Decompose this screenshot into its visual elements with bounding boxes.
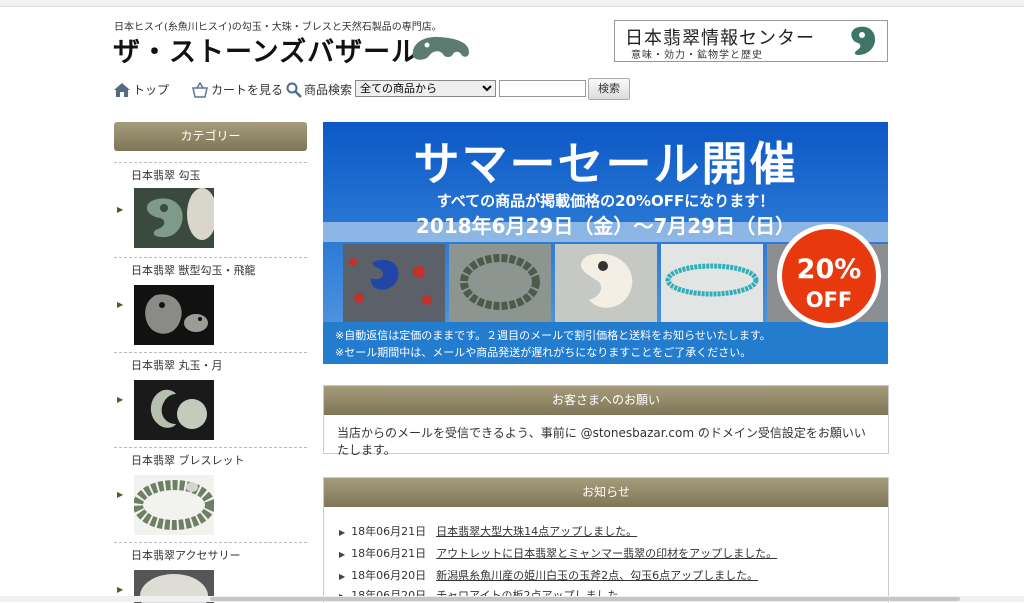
news-item: ▶ 18年06月20日 新潟県糸魚川産の姫川白玉の玉斧2点、勾玉6点アップしました。 xyxy=(339,567,758,583)
bullet-arrow-icon: ▶ xyxy=(117,300,124,309)
category-label: 日本翡翠 勾玉 xyxy=(131,169,201,182)
request-header: お客さまへのお願い xyxy=(324,386,888,415)
news-link[interactable]: 日本翡翠大型大珠14点アップしました。 xyxy=(436,525,637,538)
category-header: カテゴリー xyxy=(114,122,307,151)
news-date: 18年06月21日 xyxy=(351,525,427,538)
magatama-thumbnail xyxy=(134,188,214,248)
news-link[interactable]: 新潟県糸魚川産の姫川白玉の玉斧2点、勾玉6点アップしました。 xyxy=(436,569,758,582)
bracelet-thumbnail xyxy=(134,475,214,535)
jade-info-center-banner[interactable]: 日本翡翠情報センター 意味・効力・鉱物学と歴史 xyxy=(614,20,888,62)
marudama-thumbnail xyxy=(134,380,214,440)
nav-cart-link[interactable]: カートを見る xyxy=(191,81,283,98)
bullet-arrow-icon: ▶ xyxy=(339,528,346,537)
request-body: 当店からのメールを受信できるよう、事前に @stonesbazar.com のド… xyxy=(337,426,866,457)
category-item-animal-magatama[interactable]: 日本翡翠 獣型勾玉・飛龍 ▶ xyxy=(114,257,307,353)
search-icon xyxy=(286,82,302,98)
site-logo[interactable]: ザ・ストーンズバザール xyxy=(113,30,419,69)
category-label: 日本翡翠 獣型勾玉・飛龍 xyxy=(131,264,256,277)
category-label: 日本翡翠アクセサリー xyxy=(131,549,241,562)
bullet-arrow-icon: ▶ xyxy=(339,572,346,581)
nav-top-link[interactable]: トップ xyxy=(113,81,169,98)
sale-title: サマーセール開催 xyxy=(413,137,798,191)
category-item-accessory[interactable]: 日本翡翠アクセサリー ▶ xyxy=(114,542,307,603)
category-item-bracelet[interactable]: 日本翡翠 ブレスレット ▶ xyxy=(114,447,307,543)
scrollbar-thumb[interactable] xyxy=(210,597,960,601)
nav-cart-label: カートを見る xyxy=(211,83,284,97)
category-label: 日本翡翠 丸玉・月 xyxy=(131,359,223,372)
sale-note1: ※自動返信は定価のままです。２週目のメールで割引価格と送料をお知らせいたします。 xyxy=(335,329,771,342)
home-icon xyxy=(114,82,130,97)
sale-badge-off: OFF xyxy=(805,288,853,312)
sale-note2: ※セール期間中は、メールや商品発送が遅れがちになりますことをご了承ください。 xyxy=(335,346,752,359)
magatama-icon xyxy=(851,26,876,55)
sale-badge-pct: 20% xyxy=(796,254,862,285)
customer-request-box: お客さまへのお願い 当店からのメールを受信できるよう、事前に @stonesba… xyxy=(323,385,889,457)
news-link[interactable]: アウトレットに日本翡翠とミャンマー翡翠の印材をアップしました。 xyxy=(436,547,777,560)
search-input[interactable] xyxy=(499,80,586,97)
bullet-arrow-icon: ▶ xyxy=(117,205,124,214)
category-label: 日本翡翠 ブレスレット xyxy=(131,454,245,467)
info-banner-subtitle: 意味・効力・鉱物学と歴史 xyxy=(631,50,763,61)
nav-search-label-group: 商品検索 xyxy=(286,81,352,98)
browser-bookmark-strip xyxy=(0,0,1024,7)
sale-line1: すべての商品が掲載価格の20%OFFになります！ xyxy=(436,192,775,210)
cart-basket-icon xyxy=(192,81,208,98)
sale-dates: 2018年6月29日（金）～7月29日（日） xyxy=(415,214,796,238)
bullet-arrow-icon: ▶ xyxy=(117,585,124,594)
animal-magatama-thumbnail xyxy=(134,285,214,345)
bullet-arrow-icon: ▶ xyxy=(117,490,124,499)
nav-top-label: トップ xyxy=(133,83,170,97)
news-item: ▶ 18年06月21日 アウトレットに日本翡翠とミャンマー翡翠の印材をアップしました… xyxy=(339,545,777,561)
category-item-marudama[interactable]: 日本翡翠 丸玉・月 ▶ xyxy=(114,352,307,448)
news-header: お知らせ xyxy=(324,478,888,507)
nav-search-label: 商品検索 xyxy=(304,83,353,97)
bullet-arrow-icon: ▶ xyxy=(117,395,124,404)
jade-stone-logo-icon xyxy=(412,36,469,60)
bullet-arrow-icon: ▶ xyxy=(339,550,346,559)
news-date: 18年06月20日 xyxy=(351,569,427,582)
news-box: お知らせ xyxy=(323,477,889,603)
search-button[interactable]: 検索 xyxy=(588,78,630,100)
search-category-select[interactable]: 全ての商品から xyxy=(355,80,496,97)
news-date: 18年06月21日 xyxy=(351,547,427,560)
summer-sale-banner[interactable]: サマーセール開催 すべての商品が掲載価格の20%OFFになります！ 2018年6… xyxy=(323,122,888,364)
category-item-magatama[interactable]: 日本翡翠 勾玉 ▶ xyxy=(114,162,307,258)
news-item: ▶ 18年06月21日 日本翡翠大型大珠14点アップしました。 xyxy=(339,523,637,539)
